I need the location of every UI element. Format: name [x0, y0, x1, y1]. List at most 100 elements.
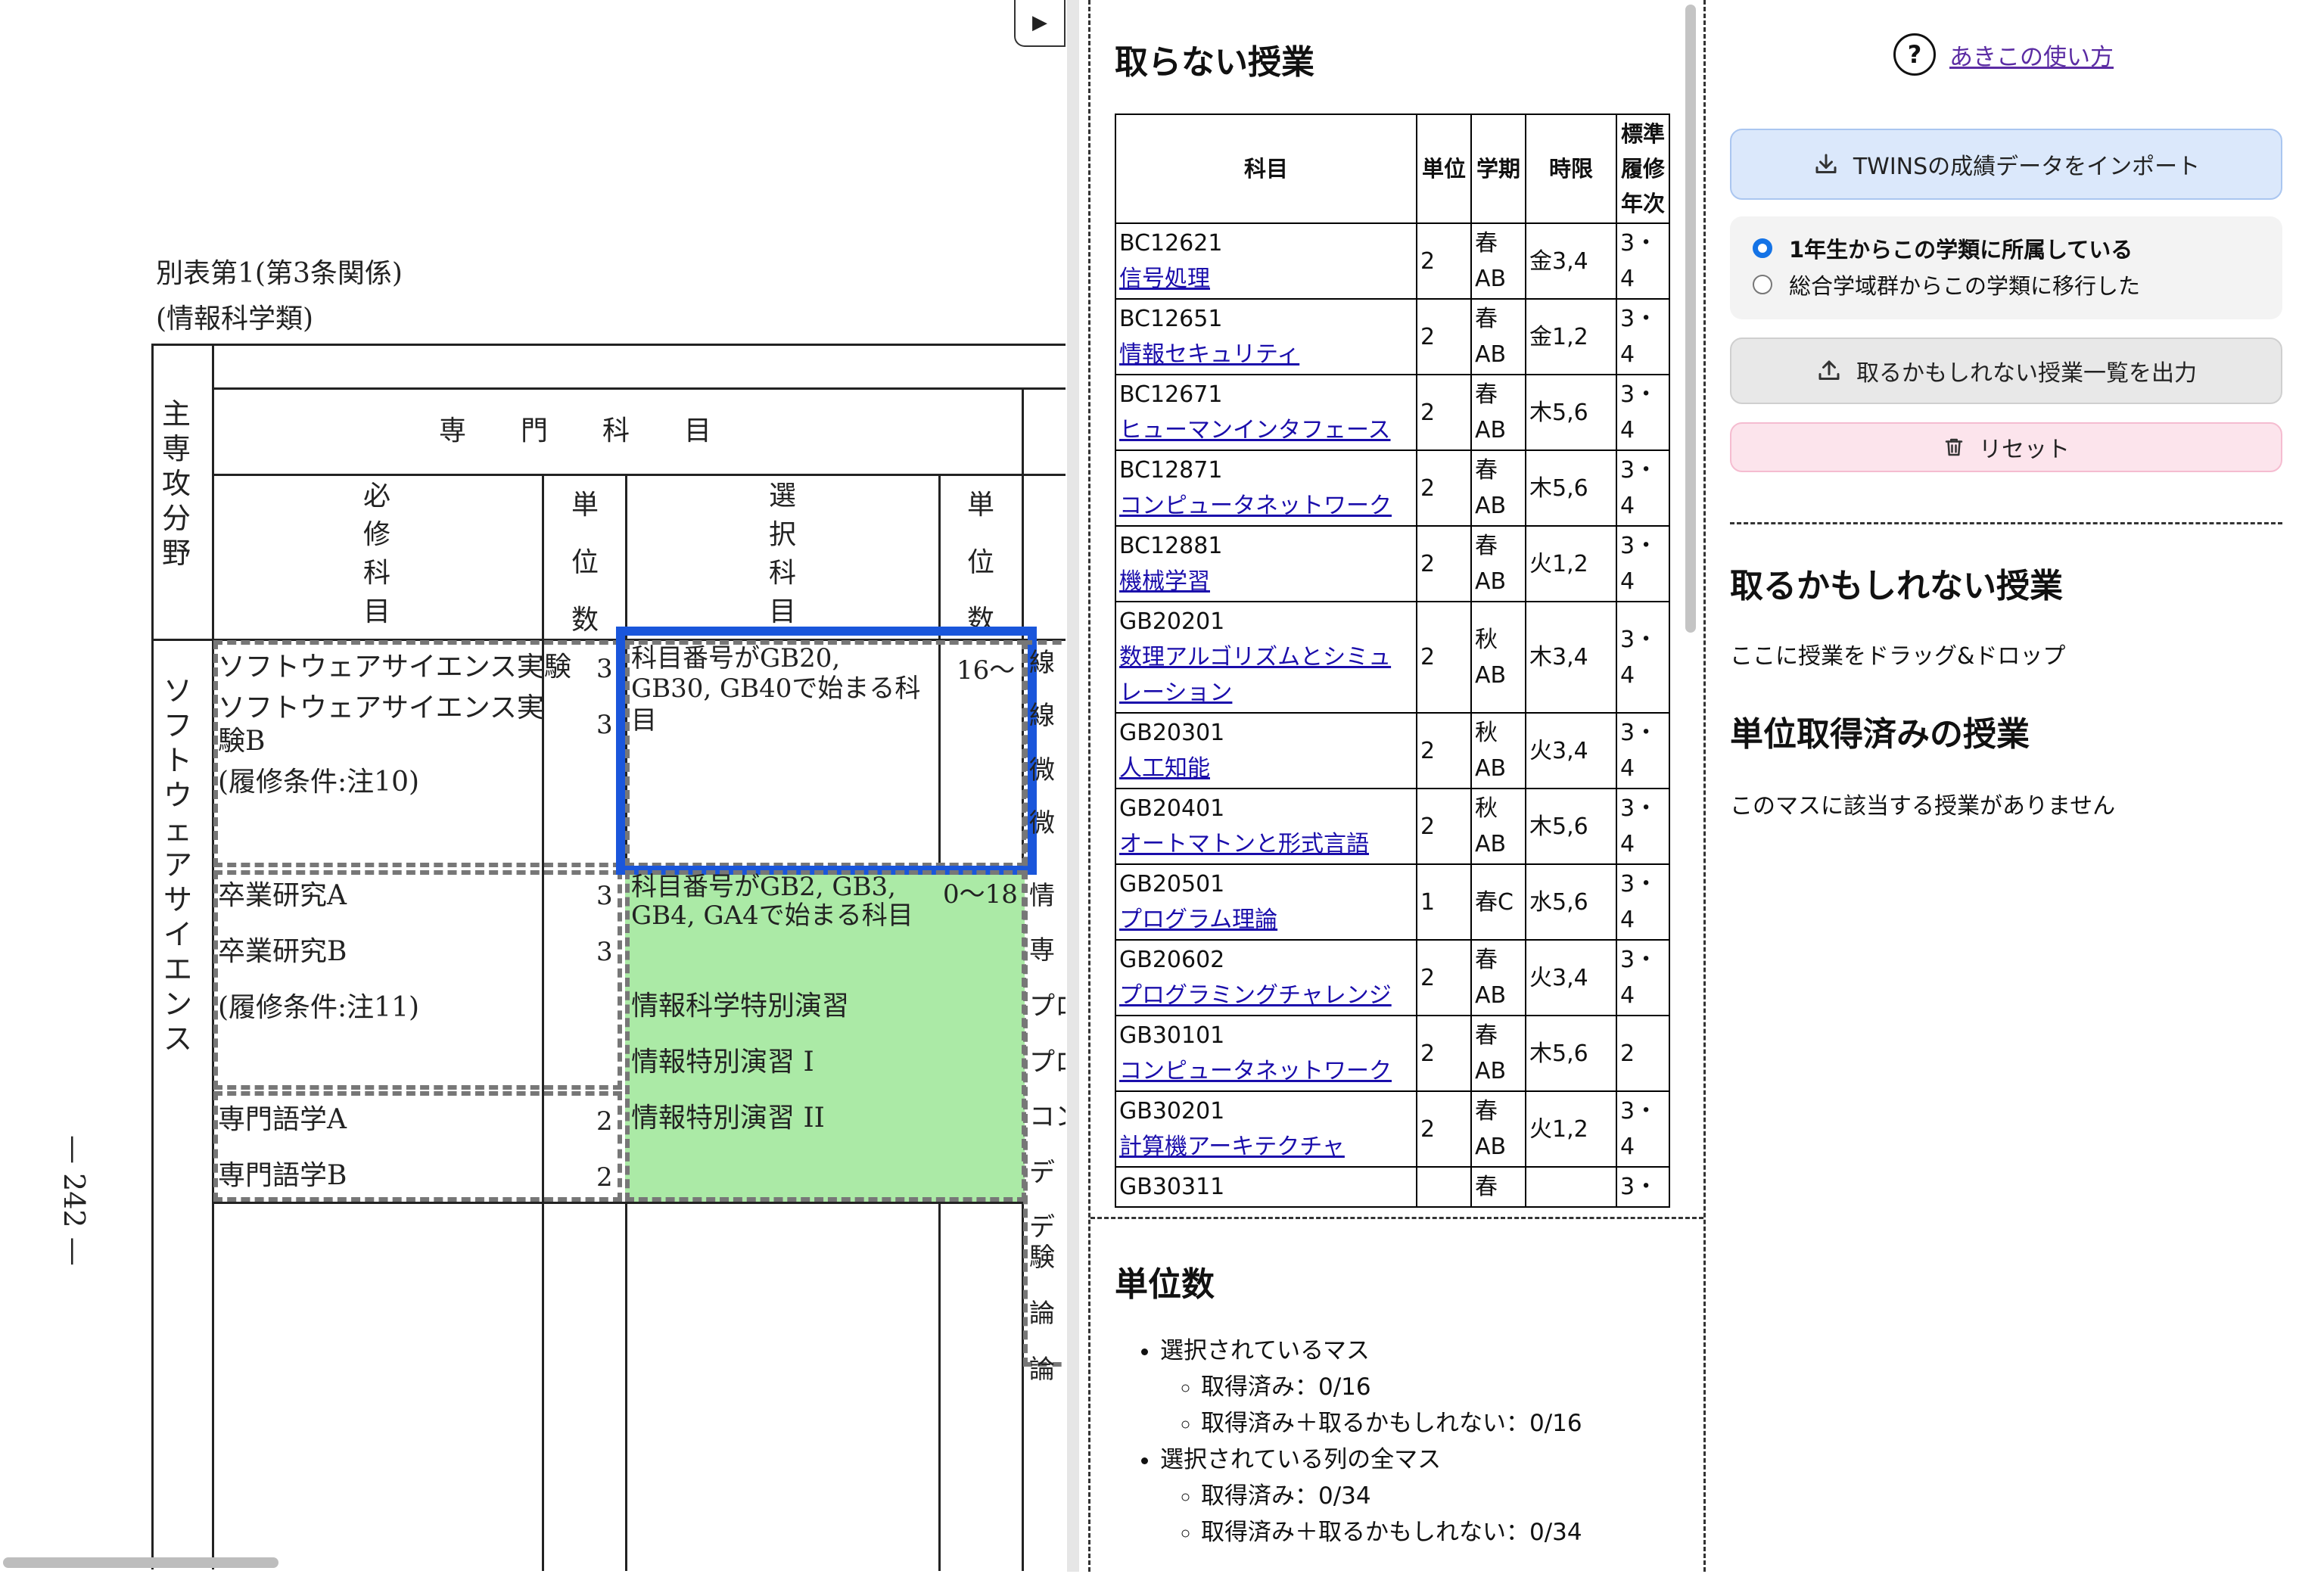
doc-caption-line2: (情報科学類) [156, 303, 314, 334]
table-border-left [151, 344, 154, 1569]
maybe-dropzone[interactable]: ここに授業をドラッグ&ドロップ [1730, 637, 2065, 670]
course-link[interactable]: 信号処理 [1119, 266, 1210, 292]
document-viewer[interactable]: 別表第1(第3条関係) (情報科学類) 主専攻分野 専 門 科 目 必修科目 単… [0, 0, 1066, 1572]
course-row[interactable]: BC12881 機械学習 2 春 AB 火1,2 3・ 4 [1115, 525, 1670, 602]
cell-text: 情報特別演習 I [631, 1047, 814, 1078]
course-link[interactable]: レーション [1119, 680, 1232, 706]
cell-term: 春 AB [1470, 525, 1526, 602]
cell-period: 木5,6 [1525, 449, 1617, 527]
course-code: BC12671 [1119, 381, 1223, 408]
term-line: AB [1475, 417, 1507, 443]
term-line: AB [1475, 831, 1507, 857]
course-row[interactable]: GB20401 オートマトンと形式言語 2 秋 AB 木5,6 3・ 4 [1115, 788, 1670, 865]
year-line: 4 [1620, 266, 1635, 292]
cell-year: 3・ 4 [1616, 374, 1670, 451]
cell-text: ソフトウェアサイエンス実 [218, 692, 544, 723]
radio-transfer[interactable]: 総合学域群からこの学類に移行した [1753, 266, 2260, 303]
course-link[interactable]: プログラム理論 [1119, 907, 1277, 933]
collapse-panel-button[interactable]: ▶ [1014, 0, 1066, 47]
course-row[interactable]: BC12651 情報セキュリティ 2 春 AB 金1,2 3・ 4 [1115, 298, 1670, 375]
cell-text: 情報科学特別演習 [631, 991, 850, 1022]
question-icon[interactable]: ? [1893, 33, 1936, 76]
header-required-subjects: 必修科目 [363, 481, 391, 627]
earned-empty-message: このマスに該当する授業がありません [1730, 793, 2116, 820]
cell-year: 3・ 4 [1616, 222, 1670, 300]
year-line: 3・ [1620, 306, 1658, 332]
doc-vertical-scrollbar[interactable] [1067, 0, 1079, 1572]
header-elective-subjects: 選択科目 [769, 481, 797, 627]
radio-checked-icon[interactable] [1753, 238, 1772, 258]
header-major-field: 主専攻分野 [162, 397, 193, 570]
import-twins-button[interactable]: TWINSの成績データをインポート [1730, 129, 2282, 200]
doc-horizontal-scrollbar[interactable] [0, 1556, 1066, 1569]
course-link[interactable]: 計算機アーキテクチャ [1119, 1134, 1345, 1160]
course-link[interactable]: 数理アルゴリズムとシミュ [1119, 644, 1391, 670]
divider [1730, 522, 2282, 524]
cell-term: 春 AB [1470, 222, 1526, 300]
course-link[interactable]: コンピュータネットワーク [1119, 1058, 1392, 1084]
term-line: AB [1475, 982, 1507, 1009]
reset-button[interactable]: リセット [1730, 422, 2282, 472]
course-row[interactable]: GB20301 人工知能 2 秋 AB 火3,4 3・ 4 [1115, 712, 1670, 789]
year-line: 4 [1620, 982, 1635, 1009]
import-label: TWINSの成績データをインポート [1853, 154, 2201, 180]
help-link[interactable]: あきこの使い方 [1949, 38, 2114, 72]
radio-first-year[interactable]: 1年生からこの学類に所属している [1753, 230, 2260, 266]
cell-period: 火3,4 [1525, 939, 1617, 1016]
course-link[interactable]: ヒューマンインタフェース [1119, 417, 1391, 443]
untaken-vertical-scrollbar[interactable] [1681, 0, 1700, 1217]
cell-units: 2 [1416, 712, 1472, 789]
cell-text: 情報特別演習 II [631, 1103, 825, 1134]
scroll-thumb[interactable] [3, 1557, 278, 1568]
selection-highlight [616, 627, 1037, 875]
course-row[interactable]: GB30311 春 3・ [1115, 1166, 1670, 1208]
clipped-cell-text: 微 [1029, 808, 1055, 838]
col-header-year: 標準 履修 年次 [1616, 114, 1670, 224]
cell-subject: GB30101 コンピュータネットワーク [1115, 1015, 1417, 1092]
units-title: 単位数 [1115, 1265, 1215, 1304]
term-line: 秋 [1475, 795, 1498, 822]
export-maybe-button[interactable]: 取るかもしれない授業一覧を出力 [1730, 338, 2282, 404]
cell-period: 木5,6 [1525, 374, 1617, 451]
cell-units: 0〜18 [943, 879, 1018, 910]
untaken-courses-panel[interactable]: 取らない授業 科目 単位 学期 時限 標準 履修 年次 BC12621 信号処理 2… [1090, 0, 1703, 1217]
course-link[interactable]: コンピュータネットワーク [1119, 493, 1392, 519]
year-line: 3・ [1620, 457, 1658, 484]
cell-text: GB4, GA4で始まる科目 [631, 901, 913, 931]
cell-text: 験B [218, 726, 266, 757]
year-line: 3・ [1620, 795, 1658, 822]
course-row[interactable]: GB20201 数理アルゴリズムとシミュ レーション 2 秋 AB 木3,4 3・ 4 [1115, 601, 1670, 714]
radio-unchecked-icon[interactable] [1753, 275, 1772, 294]
course-link[interactable]: プログラミングチャレンジ [1119, 982, 1392, 1009]
course-row[interactable]: GB30101 コンピュータネットワーク 2 春 AB 木5,6 2 [1115, 1015, 1670, 1092]
course-link[interactable]: 機械学習 [1119, 568, 1210, 595]
course-code: GB20401 [1119, 795, 1225, 822]
course-row[interactable]: BC12871 コンピュータネットワーク 2 春 AB 木5,6 3・ 4 [1115, 449, 1670, 527]
course-row[interactable]: GB30201 計算機アーキテクチャ 2 春 AB 火1,2 3・ 4 [1115, 1090, 1670, 1168]
clipped-cell-text: 線 [1029, 701, 1055, 731]
cell-subject: BC12871 コンピュータネットワーク [1115, 449, 1417, 527]
cell-text: 卒業研究B [218, 936, 347, 967]
untaken-title: 取らない授業 [1115, 43, 1314, 82]
scroll-thumb[interactable] [1685, 5, 1696, 633]
course-link[interactable]: 人工知能 [1119, 755, 1210, 782]
course-row[interactable]: BC12621 信号処理 2 春 AB 金3,4 3・ 4 [1115, 222, 1670, 300]
year-line: 3・ [1620, 381, 1658, 408]
course-link[interactable]: 情報セキュリティ [1119, 341, 1299, 368]
course-link[interactable]: オートマトンと形式言語 [1119, 831, 1369, 857]
cell-period: 火3,4 [1525, 712, 1617, 789]
cell-units: 3 [596, 654, 613, 684]
term-line: 春 [1475, 1174, 1498, 1200]
right-panel: ? あきこの使い方 TWINSの成績データをインポート 1年生からこの学類に所属… [1706, 0, 2324, 1572]
cell-term: 秋 AB [1470, 601, 1526, 714]
year-line: 4 [1620, 493, 1635, 519]
col-header-year-1: 標準 [1620, 121, 1665, 147]
cell-period: 火1,2 [1525, 525, 1617, 602]
cell-units: 2 [1416, 1090, 1472, 1168]
cell-year: 3・ 4 [1616, 939, 1670, 1016]
course-row[interactable]: BC12671 ヒューマンインタフェース 2 春 AB 木5,6 3・ 4 [1115, 374, 1670, 451]
course-row[interactable]: GB20501 プログラム理論 1 春C 水5,6 3・ 4 [1115, 863, 1670, 941]
cell-subject: GB20301 人工知能 [1115, 712, 1417, 789]
course-row[interactable]: GB20602 プログラミングチャレンジ 2 春 AB 火3,4 3・ 4 [1115, 939, 1670, 1016]
course-code: BC12651 [1119, 306, 1223, 332]
